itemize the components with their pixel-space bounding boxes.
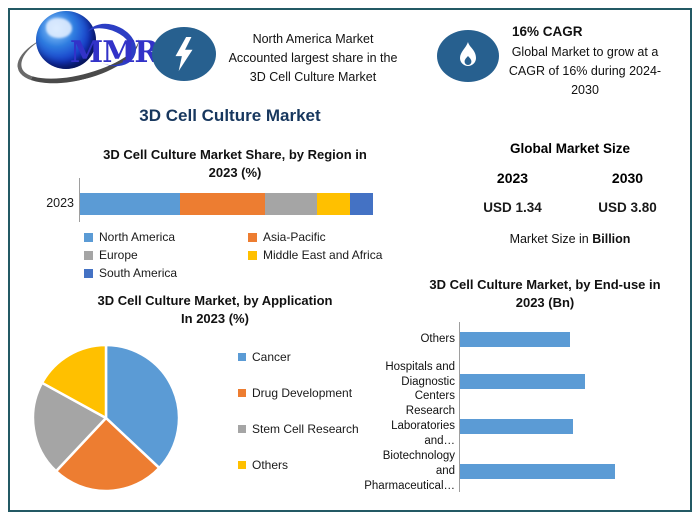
- north-america-note: North America Market Accounted largest s…: [213, 30, 413, 86]
- market-size-note-prefix: Market Size in: [509, 232, 593, 246]
- enduse-label-line: Biotechnology and: [382, 450, 455, 478]
- application-legend: Cancer Drug Development Stem Cell Research…: [238, 349, 359, 473]
- enduse-chart-title: 3D Cell Culture Market, by End-use in 20…: [405, 276, 685, 311]
- region-chart-title: 3D Cell Culture Market Share, by Region …: [70, 146, 400, 181]
- legend-label: Others: [252, 458, 289, 472]
- region-segment-middle-east-and-africa: [317, 193, 350, 215]
- enduse-label-line: Pharmaceutical…: [364, 480, 455, 493]
- market-size-note: Market Size in Billion: [455, 232, 685, 246]
- note-line: 2030: [571, 82, 599, 97]
- note-line: Accounted largest share in the: [228, 50, 398, 65]
- cagr-title: 16% CAGR: [512, 24, 583, 39]
- legend-item-north-america: North America: [84, 229, 244, 245]
- enduse-row-hospitals-and-diagnostic-centers: Hospitals and Diagnostic Centers: [363, 360, 670, 405]
- region-segment-europe: [264, 193, 318, 215]
- enduse-label-hospitals-and-diagnostic-centers: Hospitals and Diagnostic Centers: [363, 360, 455, 405]
- market-size-years: 2023 2030: [455, 170, 685, 186]
- lightning-badge: [152, 27, 216, 81]
- application-chart-title: 3D Cell Culture Market, by Application I…: [50, 292, 380, 327]
- legend-item-others: Others: [238, 457, 359, 473]
- legend-swatch: [238, 389, 246, 397]
- legend-label: Cancer: [252, 350, 291, 364]
- legend-label: Middle East and Africa: [263, 248, 383, 262]
- enduse-label-line: Research: [405, 405, 455, 418]
- legend-swatch: [84, 268, 93, 278]
- region-segment-asia-pacific: [179, 193, 265, 215]
- enduse-bar-research-laboratories-and: [460, 419, 573, 435]
- enduse-bar-biotechnology-and-pharmaceutical: [460, 464, 615, 480]
- legend-swatch: [84, 250, 93, 260]
- legend-swatch: [238, 425, 246, 433]
- enduse-label-biotechnology-and-pharmaceutical: Biotechnology and Pharmaceutical…: [363, 449, 455, 494]
- enduse-bar-others: [460, 332, 570, 348]
- application-pie: [31, 343, 181, 493]
- note-line: Global Market to grow at a: [511, 45, 659, 60]
- legend-item-drug-development: Drug Development: [238, 385, 359, 401]
- legend-item-stem-cell-research: Stem Cell Research: [238, 421, 359, 437]
- market-size-values: USD 1.34 USD 3.80: [455, 200, 685, 215]
- legend-item-middle-east-and-africa: Middle East and Africa: [248, 247, 394, 263]
- legend-swatch: [248, 232, 257, 242]
- legend-swatch: [238, 353, 246, 361]
- enduse-chart-title-line1: 3D Cell Culture Market, by End-use in: [429, 277, 661, 292]
- legend-swatch: [248, 250, 257, 260]
- market-size-value-2023: USD 1.34: [483, 200, 542, 215]
- legend-label: Asia-Pacific: [263, 230, 326, 244]
- legend-label: North America: [99, 230, 176, 244]
- enduse-row-others: Others: [363, 320, 670, 360]
- legend-swatch: [238, 461, 246, 469]
- region-axis-label: 2023: [46, 196, 74, 210]
- region-legend: North America Asia-Pacific Europe Middle Ea…: [84, 229, 394, 281]
- legend-label: Drug Development: [252, 386, 353, 400]
- legend-item-asia-pacific: Asia-Pacific: [248, 229, 394, 245]
- logo-text: MMR: [70, 35, 159, 70]
- note-line: 3D Cell Culture Market: [249, 69, 377, 84]
- application-chart-title-line1: 3D Cell Culture Market, by Application: [97, 293, 333, 308]
- market-size-year-2030: 2030: [611, 170, 644, 186]
- region-chart-title-line2: 2023 (%): [208, 164, 262, 180]
- legend-item-europe: Europe: [84, 247, 244, 263]
- flame-badge: [437, 30, 499, 82]
- cagr-note: 16% CAGR Global Market to grow at a CAGR…: [496, 22, 674, 100]
- enduse-label-line: Laboratories and…: [391, 420, 455, 448]
- region-chart-title-line1: 3D Cell Culture Market Share, by Region …: [103, 147, 367, 162]
- enduse-row-research-laboratories-and: Research Laboratories and…: [363, 404, 670, 449]
- mmr-logo: MMR: [11, 9, 159, 95]
- page-title: 3D Cell Culture Market: [139, 106, 321, 125]
- application-chart-title-line2: In 2023 (%): [181, 310, 249, 326]
- note-line: North America Market: [252, 32, 374, 46]
- enduse-label-research-laboratories-and: Research Laboratories and…: [363, 404, 455, 449]
- legend-label: South America: [99, 266, 178, 280]
- region-segment-south-america: [349, 193, 373, 215]
- region-segment-north-america: [80, 193, 180, 215]
- legend-label: Europe: [99, 248, 138, 262]
- enduse-label-line: Diagnostic Centers: [401, 375, 455, 403]
- enduse-label-line: Others: [420, 333, 455, 346]
- enduse-bar-hospitals-and-diagnostic-centers: [460, 374, 585, 390]
- legend-label: Stem Cell Research: [252, 422, 359, 436]
- flame-icon: [460, 42, 476, 66]
- enduse-rows: Others Hospitals and Diagnostic Centers Res…: [363, 320, 670, 494]
- enduse-chart: Others Hospitals and Diagnostic Centers Res…: [363, 320, 670, 494]
- market-size-value-2030: USD 3.80: [598, 200, 657, 215]
- region-stacked-bar: [80, 193, 373, 215]
- enduse-chart-title-line2: 2023 (Bn): [515, 294, 575, 310]
- lightning-icon: [175, 37, 193, 71]
- application-pie-svg: [31, 343, 181, 493]
- enduse-label-others: Others: [363, 332, 455, 347]
- market-size-title: Global Market Size: [509, 141, 631, 156]
- legend-item-cancer: Cancer: [238, 349, 359, 365]
- legend-swatch: [84, 232, 93, 242]
- note-line: CAGR of 16% during 2024-: [508, 64, 662, 78]
- market-size-year-2023: 2023: [496, 170, 529, 186]
- enduse-label-line: Hospitals and: [385, 360, 455, 373]
- enduse-row-biotechnology-and-pharmaceutical: Biotechnology and Pharmaceutical…: [363, 449, 670, 494]
- legend-item-south-america: South America: [84, 265, 244, 281]
- market-size-note-unit: Billion: [592, 232, 631, 246]
